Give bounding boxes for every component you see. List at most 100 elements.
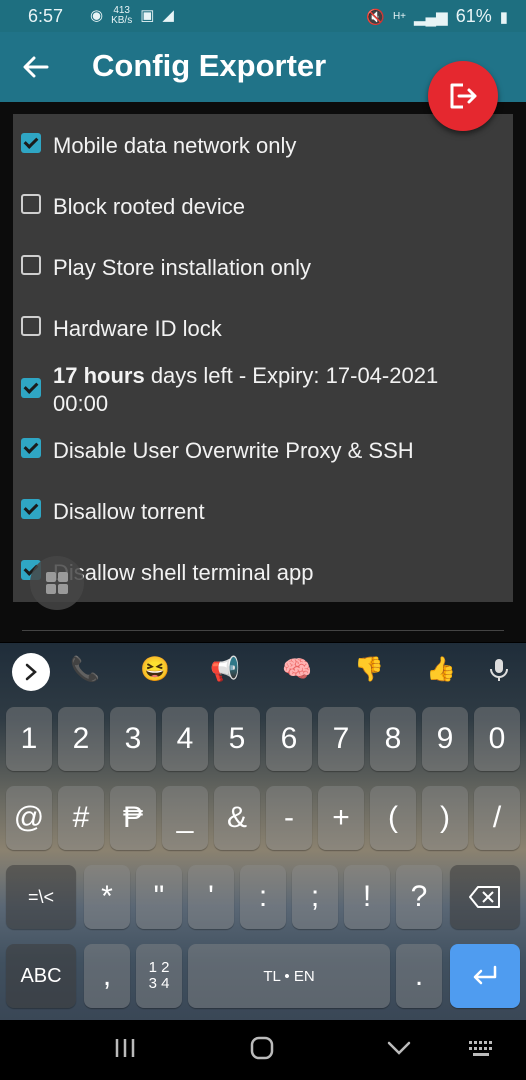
- checkbox-checked[interactable]: [21, 438, 41, 458]
- messenger-icon: ◉: [90, 7, 104, 24]
- grid-icon: [46, 572, 68, 594]
- key-5[interactable]: 5: [214, 707, 260, 771]
- backspace-icon: [469, 886, 500, 908]
- mute-icon: 🔇: [366, 8, 385, 26]
- option-block-rooted[interactable]: Block rooted device: [21, 193, 245, 221]
- key-question[interactable]: ?: [396, 865, 442, 929]
- export-button[interactable]: [428, 61, 498, 131]
- option-label: 17 hours days left - Expiry: 17-04-2021 …: [53, 362, 471, 418]
- key-6[interactable]: 6: [266, 707, 312, 771]
- key-open-paren[interactable]: (: [370, 786, 416, 850]
- toolbar-expand-button[interactable]: [12, 653, 50, 691]
- home-button[interactable]: [250, 1036, 274, 1065]
- recent-apps-icon: [115, 1039, 135, 1057]
- option-label: Block rooted device: [53, 194, 245, 219]
- key-7[interactable]: 7: [318, 707, 364, 771]
- key-period[interactable]: .: [396, 944, 442, 1008]
- suggestion-emoji[interactable]: 😆: [140, 655, 170, 684]
- gallery-icon: ▣: [140, 7, 155, 24]
- suggestion-emoji[interactable]: 📞: [70, 655, 100, 684]
- option-label: Play Store installation only: [53, 255, 312, 280]
- option-label: Disable User Overwrite Proxy & SSH: [53, 438, 414, 463]
- suggestion-emoji[interactable]: 👎: [354, 655, 384, 684]
- recent-apps-button[interactable]: [114, 1036, 136, 1065]
- options-panel: Mobile data network only Block rooted de…: [13, 114, 513, 602]
- key-double-quote[interactable]: ": [136, 865, 182, 929]
- signal-alert-icon: ◢: [162, 7, 174, 24]
- numpad-top: 1 2: [148, 959, 170, 976]
- sb-speed: 413 KB/s: [111, 5, 133, 26]
- key-ampersand[interactable]: &: [214, 786, 260, 850]
- chevron-down-icon: [387, 1041, 411, 1055]
- option-mobile-data-only[interactable]: Mobile data network only: [21, 132, 296, 160]
- key-minus[interactable]: -: [266, 786, 312, 850]
- key-plus[interactable]: +: [318, 786, 364, 850]
- key-slash[interactable]: /: [474, 786, 520, 850]
- floating-grid-button[interactable]: [30, 556, 84, 610]
- home-icon: [250, 1036, 274, 1060]
- keyboard: 📞 😆 📢 🧠 👎 👍 1 2 3 4 5 6 7 8 9 0 @ # ₱ _ …: [0, 643, 526, 1020]
- key-space[interactable]: TL • EN: [188, 944, 390, 1008]
- key-0[interactable]: 0: [474, 707, 520, 771]
- key-close-paren[interactable]: ): [422, 786, 468, 850]
- option-expiry[interactable]: 17 hours days left - Expiry: 17-04-2021 …: [21, 362, 471, 418]
- divider: [22, 630, 504, 631]
- status-bar: 6:57 ◉ 413 KB/s ▣ ◢ 🔇 H+ ▂▄▆ 61% ▮: [0, 0, 526, 32]
- suggestion-emoji[interactable]: 🧠: [282, 655, 312, 684]
- suggestion-emoji[interactable]: 👍: [426, 655, 456, 684]
- chevron-right-icon: [25, 663, 37, 681]
- keyboard-toolbar: 📞 😆 📢 🧠 👎 👍: [0, 643, 526, 701]
- key-4[interactable]: 4: [162, 707, 208, 771]
- key-single-quote[interactable]: ': [188, 865, 234, 929]
- arrow-left-icon: [23, 56, 49, 78]
- key-peso[interactable]: ₱: [110, 786, 156, 850]
- key-abc[interactable]: ABC: [6, 944, 76, 1008]
- option-label: Hardware ID lock: [53, 316, 222, 341]
- key-symbols-page[interactable]: =\<: [6, 865, 76, 929]
- checkbox-checked[interactable]: [21, 499, 41, 519]
- checkbox-checked[interactable]: [21, 133, 41, 153]
- expiry-hours: 17 hours: [53, 363, 145, 388]
- export-icon: [450, 83, 477, 109]
- keyboard-switch-button[interactable]: [468, 1040, 496, 1063]
- key-9[interactable]: 9: [422, 707, 468, 771]
- key-backspace[interactable]: [450, 865, 520, 929]
- key-hash[interactable]: #: [58, 786, 104, 850]
- back-button[interactable]: [18, 49, 54, 85]
- suggestion-emoji[interactable]: 📢: [210, 655, 240, 684]
- numpad-bottom: 3 4: [148, 975, 170, 992]
- option-label: Disallow torrent: [53, 499, 205, 524]
- key-2[interactable]: 2: [58, 707, 104, 771]
- microphone-icon[interactable]: [488, 657, 510, 690]
- option-play-store-only[interactable]: Play Store installation only: [21, 254, 311, 282]
- option-disable-overwrite[interactable]: Disable User Overwrite Proxy & SSH: [21, 437, 414, 465]
- key-colon[interactable]: :: [240, 865, 286, 929]
- key-semicolon[interactable]: ;: [292, 865, 338, 929]
- checkbox-checked[interactable]: [21, 378, 41, 398]
- key-enter[interactable]: [450, 944, 520, 1008]
- signal-icon: ▂▄▆: [414, 8, 448, 26]
- key-at[interactable]: @: [6, 786, 52, 850]
- battery-icon: ▮: [499, 8, 508, 26]
- checkbox-unchecked[interactable]: [21, 255, 41, 275]
- key-numpad[interactable]: 1 2 3 4: [136, 944, 182, 1008]
- option-hardware-id-lock[interactable]: Hardware ID lock: [21, 315, 222, 343]
- battery-percent: 61%: [455, 6, 492, 26]
- key-asterisk[interactable]: *: [84, 865, 130, 929]
- key-1[interactable]: 1: [6, 707, 52, 771]
- hide-keyboard-button[interactable]: [386, 1040, 412, 1061]
- checkbox-unchecked[interactable]: [21, 194, 41, 214]
- key-3[interactable]: 3: [110, 707, 156, 771]
- navigation-bar: [0, 1020, 526, 1080]
- key-underscore[interactable]: _: [162, 786, 208, 850]
- option-label: Mobile data network only: [53, 133, 297, 158]
- checkbox-unchecked[interactable]: [21, 316, 41, 336]
- key-exclamation[interactable]: !: [344, 865, 390, 929]
- key-8[interactable]: 8: [370, 707, 416, 771]
- enter-icon: [473, 965, 497, 985]
- option-label: Disallow shell terminal app: [53, 560, 314, 585]
- option-disallow-torrent[interactable]: Disallow torrent: [21, 498, 205, 526]
- status-time: 6:57: [28, 6, 64, 26]
- key-comma[interactable]: ,: [84, 944, 130, 1008]
- page-title: Config Exporter: [92, 48, 327, 83]
